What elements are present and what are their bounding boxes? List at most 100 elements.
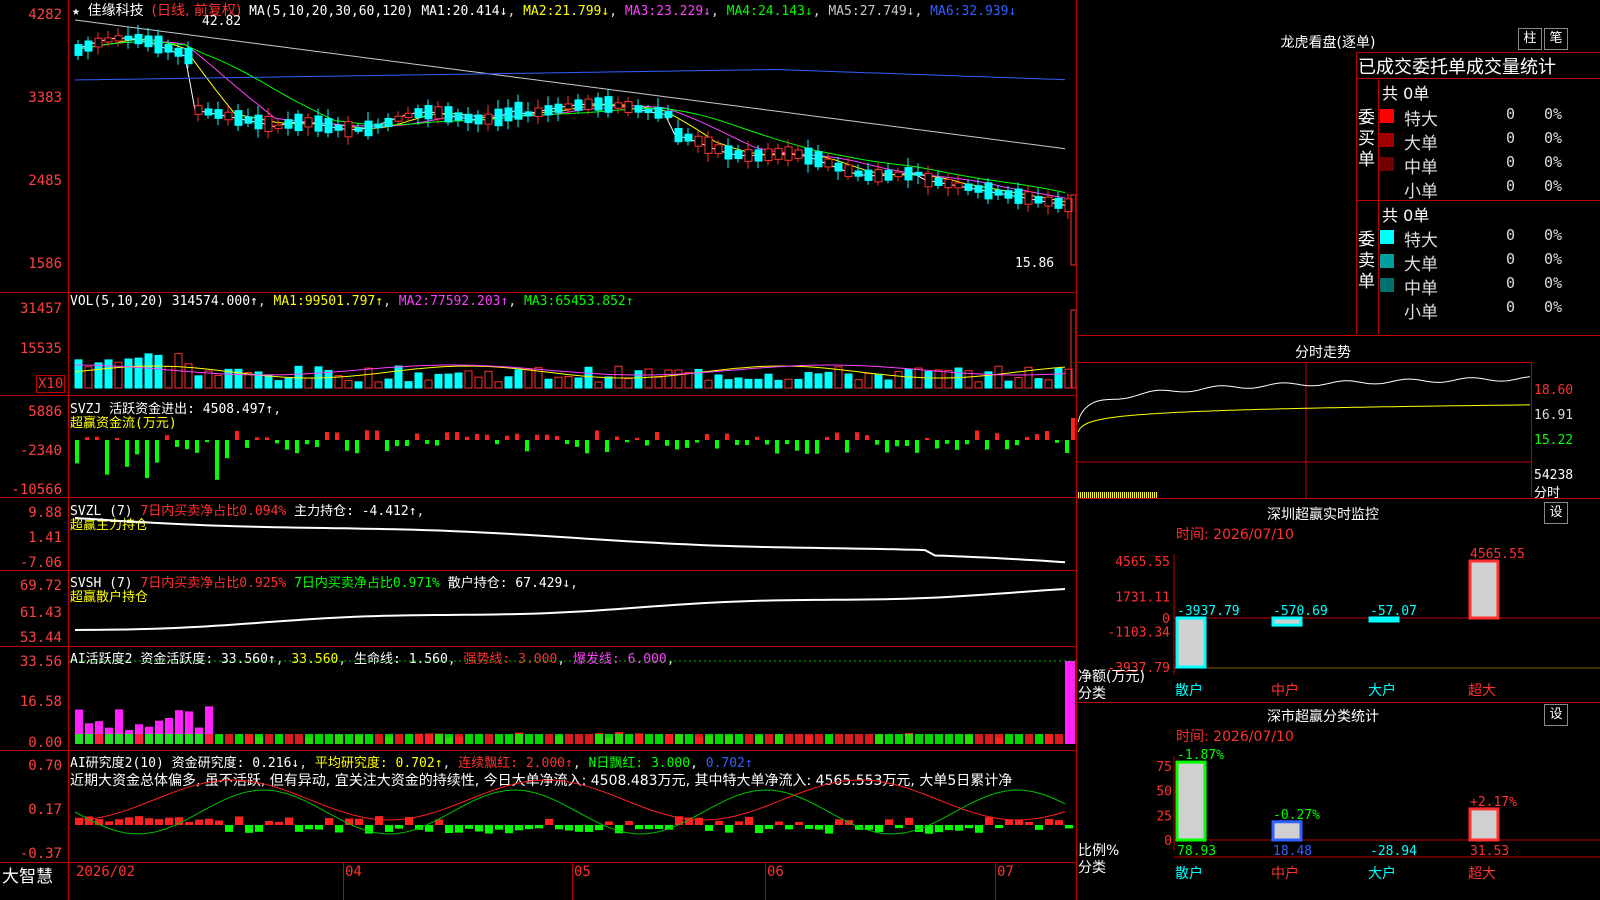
- activity-bar: [715, 734, 723, 744]
- monitor-category-label: 大户: [1368, 682, 1396, 699]
- kline-chart-canvas[interactable]: [69, 0, 1076, 862]
- research-bar: [965, 825, 973, 829]
- volume-bar: [584, 366, 593, 389]
- activity-bar: [555, 734, 563, 744]
- fund-flow-bar: [425, 440, 429, 444]
- candle: [314, 115, 323, 132]
- buy-row: 中单 0 0%: [1354, 152, 1574, 178]
- candle: [1054, 197, 1063, 209]
- research-bar: [285, 817, 293, 825]
- volume-bar: [594, 381, 603, 389]
- research-bar: [955, 825, 963, 831]
- class-bar: [1175, 760, 1207, 842]
- monitor-y-tick: -1103.34: [1107, 626, 1170, 641]
- monitor-settings-button[interactable]: 设: [1544, 502, 1568, 524]
- class-bar-chart: 75 50 25 0 -1.87% 78.93 散户 -0.27% 18.48 中户 -28.94 大…: [1156, 748, 1600, 882]
- intraday-avg-line: [1078, 404, 1530, 433]
- candle: [984, 182, 993, 200]
- fund-flow-bar: [105, 440, 109, 475]
- ma-line: [74, 38, 1066, 203]
- fund-flow-bar: [165, 435, 169, 440]
- monitor-category-label: 超大: [1468, 683, 1496, 699]
- ma-line: [74, 19, 1066, 150]
- fund-flow-bar: [1025, 437, 1029, 440]
- activity-bar: [605, 734, 613, 744]
- fund-flow-bar: [795, 440, 799, 451]
- research-bar: [395, 825, 403, 829]
- research-bar: [355, 818, 363, 825]
- fund-flow-bar: [565, 440, 569, 445]
- buy-row: 大单 0 0%: [1354, 128, 1574, 154]
- volume-bar: [704, 379, 713, 389]
- activity-bar: [145, 734, 153, 744]
- activity-bar: [75, 734, 83, 744]
- volume-bar: [604, 376, 613, 389]
- activity-bar: [235, 734, 243, 744]
- candle: [254, 114, 263, 130]
- volume-bar: [684, 371, 693, 389]
- candle: [334, 124, 343, 131]
- volume-bar: [864, 373, 873, 389]
- svzl-tick: -7.06: [19, 555, 62, 571]
- activity-bar: [335, 734, 343, 744]
- volume-bar: [144, 353, 153, 389]
- candle: [74, 44, 83, 56]
- candle: [464, 113, 473, 124]
- research-bar: [75, 817, 83, 825]
- candle: [1034, 196, 1043, 204]
- fund-flow-bar: [365, 430, 369, 440]
- candle: [954, 182, 963, 189]
- candle: [494, 108, 503, 127]
- x-tick: 04: [345, 864, 362, 880]
- research-bar: [515, 825, 523, 831]
- volume-bar: [1014, 377, 1023, 389]
- volume-bar: [554, 376, 563, 389]
- research-bar: [725, 825, 733, 833]
- fund-flow-bar: [805, 440, 809, 454]
- buy-pct: 0%: [1544, 105, 1563, 123]
- volume-bar: [504, 376, 513, 389]
- research-bar: [135, 816, 143, 825]
- bar-view-button[interactable]: 柱: [1518, 28, 1542, 50]
- candle: [164, 43, 173, 53]
- candle: [894, 171, 903, 178]
- fund-flow-bar: [125, 440, 129, 467]
- fund-flow-bar: [695, 440, 699, 443]
- intraday-vol-tick: 54238: [1534, 468, 1574, 483]
- volume-bar: [364, 367, 373, 389]
- x-tick-mark: [572, 863, 573, 900]
- candle: [844, 164, 853, 178]
- chart-area[interactable]: ★ 佳缘科技 (日线, 前复权) MA(5,10,20,30,60,120) M…: [0, 0, 1078, 900]
- class-settings-button[interactable]: 设: [1544, 704, 1568, 726]
- candle: [694, 135, 703, 147]
- fund-flow-bar: [335, 432, 339, 440]
- dragon-divider: [1078, 335, 1600, 336]
- activity-bar: [1005, 734, 1013, 744]
- candle: [874, 169, 883, 183]
- volume-bar: [74, 359, 83, 389]
- fund-flow-bar: [305, 440, 309, 445]
- volume-bar: [524, 369, 533, 389]
- volume-bar: [494, 381, 503, 389]
- activity-bar: [525, 734, 533, 744]
- volume-bar: [414, 372, 423, 389]
- class-value-label: 18.48: [1273, 844, 1312, 859]
- count-view-button[interactable]: 笔: [1544, 28, 1568, 50]
- intraday-chart[interactable]: [1078, 362, 1532, 498]
- activity-bar: [445, 734, 453, 744]
- ai-research-tick: 0.17: [28, 802, 62, 818]
- candle: [584, 98, 593, 110]
- fund-flow-bar: [285, 440, 289, 450]
- class-y-tick: 0: [1164, 834, 1172, 849]
- candle: [154, 35, 163, 54]
- research-bar: [785, 825, 793, 830]
- research-bar: [985, 817, 993, 825]
- candle: [834, 162, 843, 172]
- fund-flow-bar: [785, 440, 789, 445]
- activity-bar: [265, 734, 273, 744]
- fund-flow-bar: [485, 434, 489, 440]
- fund-flow-bar: [215, 440, 219, 480]
- activity-bar: [455, 734, 463, 744]
- fund-flow-bar: [1005, 440, 1009, 450]
- fund-flow-bar: [645, 440, 649, 446]
